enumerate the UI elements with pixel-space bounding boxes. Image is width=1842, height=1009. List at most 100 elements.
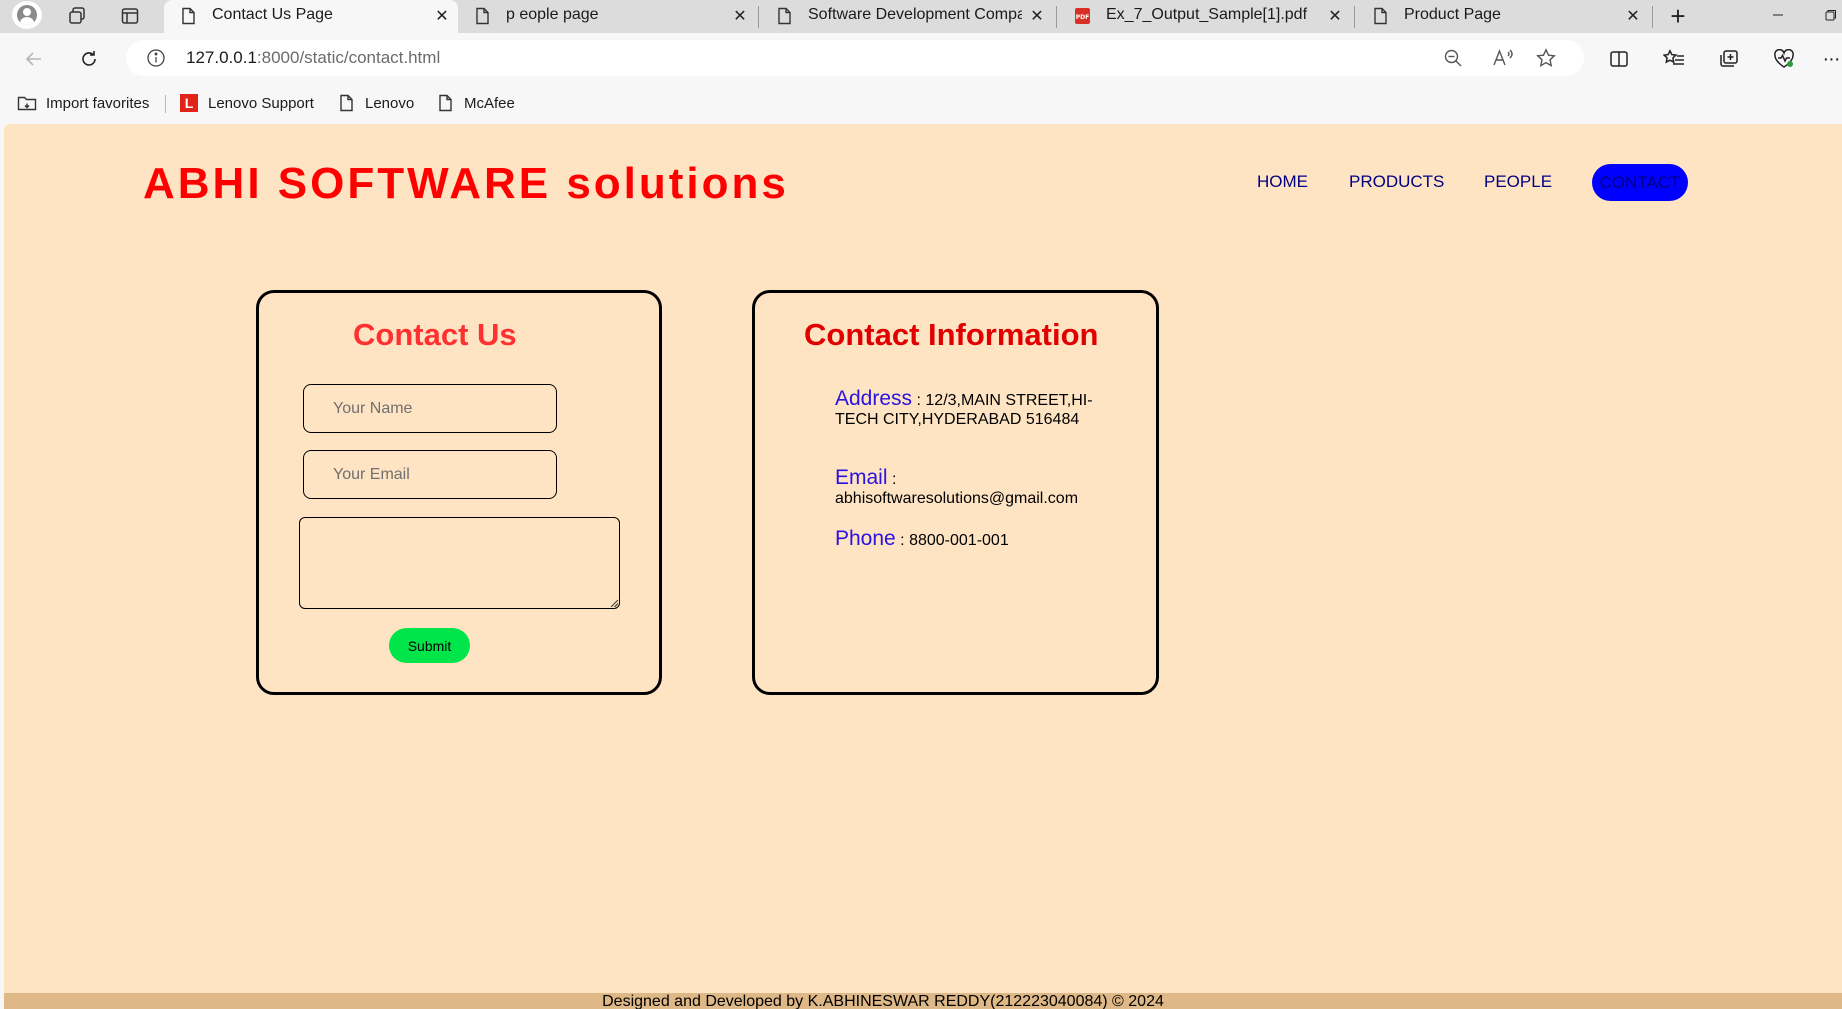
browser-essentials-button[interactable] [1768,43,1800,75]
zoom-out-icon [1444,49,1462,67]
tab-software-development[interactable]: Software Development Company ✕ [760,0,1056,33]
phone-label: Phone [835,527,896,550]
favorite-label: Lenovo [365,94,415,112]
close-tab-icon[interactable]: ✕ [431,5,453,27]
web-page: ABHI SOFTWARE solutions HOME PRODUCTS PE… [4,124,1842,1009]
restore-icon [1825,10,1836,21]
tab-actions-button[interactable] [113,3,147,29]
page-footer: Designed and Developed by K.ABHINESWAR R… [4,993,1842,1009]
favorites-button[interactable] [1658,43,1690,75]
more-dots-icon: ··· [1822,47,1841,70]
tab-title: Software Development Company [808,6,1022,23]
workspaces-button[interactable] [60,3,94,29]
nav-contact[interactable]: CONTACT [1592,164,1688,201]
tab-title: Ex_7_Output_Sample[1].pdf [1106,6,1308,23]
email-value: abhisoftwaresolutions@gmail.com [835,490,1079,507]
favorites-separator [165,95,166,113]
tab-separator [1354,6,1355,28]
tab-title: p eople page [506,6,599,23]
lenovo-logo-icon: L [179,93,199,113]
svg-text:PDF: PDF [1076,14,1089,21]
heart-pulse-icon [1774,49,1794,68]
nav-products[interactable]: PRODUCTS [1349,172,1444,192]
vertical-tabs-icon [121,8,139,24]
nav-home[interactable]: HOME [1257,172,1308,192]
name-input[interactable] [303,384,557,433]
nav-people[interactable]: PEOPLE [1484,172,1552,192]
tab-separator [1056,6,1057,28]
contact-form-title: Contact Us [353,317,517,352]
tab-pdf[interactable]: PDF Ex_7_Output_Sample[1].pdf ✕ [1058,0,1354,33]
split-screen-icon [1610,51,1628,67]
minimize-button[interactable] [1755,0,1801,30]
email-block: Email : abhisoftwaresolutions@gmail.com [835,466,1135,508]
refresh-button[interactable] [73,43,105,75]
close-tab-icon[interactable]: ✕ [729,5,751,27]
contact-info-title: Contact Information [804,317,1099,352]
back-button[interactable] [18,43,50,75]
favorite-star-button[interactable] [1534,47,1558,69]
settings-more-button[interactable]: ··· [1820,43,1842,75]
plus-icon: + [1670,0,1686,31]
star-icon [1536,48,1556,67]
site-logo[interactable]: ABHI SOFTWARE solutions [143,159,789,209]
close-tab-icon[interactable]: ✕ [1622,5,1644,27]
page-icon [476,7,489,25]
label-separator: : [895,532,910,549]
new-tab-button[interactable]: + [1663,0,1693,31]
tab-people[interactable]: p eople page ✕ [458,0,754,33]
tab-title: Contact Us Page [212,6,333,23]
profile-button[interactable] [12,1,42,29]
favorite-label: Import favorites [46,94,150,112]
phone-block: Phone : 8800-001-001 [835,527,1135,550]
email-input[interactable] [303,450,557,499]
page-icon [1374,7,1387,25]
address-bar[interactable]: 127.0.0.1:8000/static/contact.html [126,40,1584,76]
split-screen-button[interactable] [1603,43,1635,75]
page-icon [435,93,455,113]
workspaces-icon [69,7,85,24]
site-info-icon[interactable] [146,48,166,68]
contact-info-card: Contact Information Address : 12/3,MAIN … [752,290,1159,695]
read-aloud-button[interactable] [1491,47,1515,69]
browser-toolbar: 127.0.0.1:8000/static/contact.html ··· [0,33,1842,84]
url-text[interactable]: 127.0.0.1:8000/static/contact.html [186,48,440,68]
address-block: Address : 12/3,MAIN STREET,HI-TECH CITY,… [835,388,1135,429]
page-icon [182,7,195,25]
message-textarea[interactable] [299,517,620,609]
page-icon [336,93,356,113]
collections-icon [1720,50,1738,67]
page-icon [778,7,791,25]
favorite-import[interactable]: Import favorites [17,91,149,115]
favorite-lenovo[interactable]: Lenovo [336,91,414,115]
zoom-button[interactable] [1441,47,1465,69]
url-path: :8000/static/contact.html [256,48,441,67]
url-host: 127.0.0.1 [186,48,257,67]
footer-text: Designed and Developed by K.ABHINESWAR R… [602,993,1164,1009]
refresh-icon [82,51,96,66]
tab-strip: Contact Us Page ✕ p eople page ✕ Softwar… [0,0,1842,33]
maximize-button[interactable] [1808,0,1842,30]
favorites-bar: Import favorites L Lenovo Support Lenovo… [0,84,1842,122]
favorite-mcafee[interactable]: McAfee [435,91,515,115]
tab-contact-us[interactable]: Contact Us Page ✕ [164,0,458,33]
import-favorites-icon [17,93,37,113]
back-arrow-icon [25,52,41,66]
minimize-icon [1773,14,1783,16]
label-separator: : [887,471,897,488]
tab-separator [758,6,759,28]
submit-button[interactable]: Submit [389,628,470,663]
favorites-list-icon [1663,49,1684,65]
profile-avatar-icon [17,5,37,25]
collections-button[interactable] [1713,43,1745,75]
resize-handle-icon[interactable] [610,599,618,607]
close-tab-icon[interactable]: ✕ [1324,5,1346,27]
favorite-label: Lenovo Support [208,94,314,112]
favorite-lenovo-support[interactable]: L Lenovo Support [179,91,314,115]
label-separator: : [912,392,926,409]
email-label: Email [835,466,888,489]
close-tab-icon[interactable]: ✕ [1026,5,1048,27]
contact-form-card: Contact Us Submit [256,290,662,695]
tab-separator [1652,6,1653,28]
tab-product[interactable]: Product Page ✕ [1356,0,1652,33]
